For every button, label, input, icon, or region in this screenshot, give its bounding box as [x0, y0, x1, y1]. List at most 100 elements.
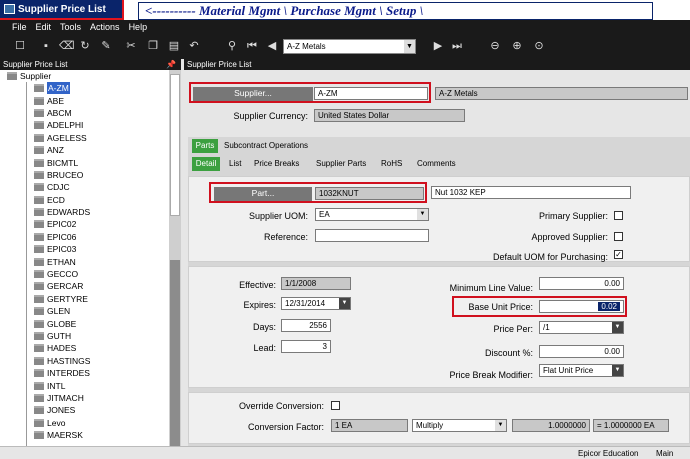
tree-root[interactable]: Supplier	[0, 70, 181, 82]
tree-item-supplier[interactable]: Levo	[0, 417, 181, 429]
refresh-icon[interactable]: ↻	[79, 40, 91, 52]
tree-item-supplier[interactable]: GERCAR	[0, 280, 181, 292]
tree-item-supplier[interactable]: EPIC02	[0, 218, 181, 230]
price-per-select[interactable]: /1 ▼	[539, 321, 624, 334]
paste-icon[interactable]: ▤	[168, 40, 180, 52]
chevron-down-icon[interactable]: ▼	[495, 420, 506, 431]
discount-field[interactable]: 0.00	[539, 345, 624, 358]
lead-field[interactable]: 3	[281, 340, 331, 353]
chevron-down-icon[interactable]: ▼	[404, 40, 415, 53]
pin-icon[interactable]: 📌	[166, 59, 176, 70]
uom-select[interactable]: EA ▼	[315, 208, 429, 221]
part-description-field[interactable]: Nut 1032 KEP	[431, 186, 631, 199]
save-icon[interactable]: ▪	[40, 40, 52, 52]
tree-item-supplier[interactable]: ETHAN	[0, 255, 181, 267]
tree-item-supplier[interactable]: HADES	[0, 342, 181, 354]
tree-item-supplier[interactable]: GECCO	[0, 268, 181, 280]
tree-item-supplier[interactable]: INTERDES	[0, 367, 181, 379]
tab-price-breaks[interactable]: Price Breaks	[254, 157, 309, 171]
tab-rohs[interactable]: RoHS	[381, 157, 409, 171]
conversion-operator-select[interactable]: Multiply ▼	[412, 419, 507, 432]
last-icon[interactable]: ⏭	[451, 40, 463, 52]
folder-icon	[34, 121, 44, 130]
next-icon[interactable]: ▶	[432, 40, 444, 52]
supplier-id-field[interactable]: A-ZM	[314, 87, 428, 100]
menu-file[interactable]: File	[12, 22, 27, 32]
tree-item-supplier[interactable]: EPIC06	[0, 231, 181, 243]
tree-item-supplier[interactable]: ADELPHI	[0, 119, 181, 131]
menu-actions[interactable]: Actions	[90, 22, 120, 32]
tree-item-supplier[interactable]: INTL	[0, 379, 181, 391]
chevron-down-icon[interactable]: ▼	[612, 322, 623, 333]
default-uom-checkbox[interactable]: ✓	[614, 250, 623, 259]
tree-item-supplier[interactable]: ABE	[0, 94, 181, 106]
tree-item-supplier[interactable]: ECD	[0, 194, 181, 206]
menu-help[interactable]: Help	[129, 22, 148, 32]
expires-date-field[interactable]: 12/31/2014 ▼	[281, 297, 351, 310]
supplier-button[interactable]: Supplier...	[193, 87, 313, 101]
chevron-down-icon[interactable]: ▼	[612, 365, 623, 376]
chevron-down-icon[interactable]: ▼	[417, 209, 428, 220]
tree-item-supplier[interactable]: BICMTL	[0, 156, 181, 168]
supplier-name-field: A-Z Metals	[435, 87, 688, 100]
record-navigator[interactable]: A-Z Metals ▼	[283, 39, 416, 54]
menu-tools[interactable]: Tools	[60, 22, 81, 32]
clear-icon[interactable]: ⌫	[59, 40, 75, 52]
reference-label: Reference:	[263, 232, 308, 242]
menu-edit[interactable]: Edit	[36, 22, 52, 32]
scrollbar-thumb[interactable]	[170, 74, 180, 216]
tab-detail[interactable]: Detail	[192, 157, 220, 171]
new-icon[interactable]: ☐	[14, 40, 26, 52]
folder-icon	[34, 307, 44, 316]
base-price-field[interactable]: 0.02	[539, 300, 624, 313]
tree-item-supplier[interactable]: JITMACH	[0, 392, 181, 404]
undo-icon[interactable]: ↶	[188, 40, 200, 52]
tab-subcontract-operations[interactable]: Subcontract Operations	[224, 139, 334, 153]
price-break-modifier-select[interactable]: Flat Unit Price ▼	[539, 364, 624, 377]
tree-item-supplier[interactable]: ABCM	[0, 107, 181, 119]
days-label: Days:	[252, 322, 276, 332]
attach-icon[interactable]: ✎	[100, 40, 112, 52]
prev-icon[interactable]: ◀	[266, 40, 278, 52]
tree-item-label: A-ZM	[47, 82, 70, 95]
tree-item-supplier[interactable]: JONES	[0, 404, 181, 416]
tree-item-supplier[interactable]: AGELESS	[0, 132, 181, 144]
back-icon[interactable]: ⊖	[489, 40, 501, 52]
approved-supplier-checkbox[interactable]	[614, 232, 623, 241]
scrollbar-track[interactable]	[170, 260, 180, 459]
part-button[interactable]: Part...	[214, 187, 312, 201]
tree-root-label: Supplier	[20, 71, 52, 81]
reference-field[interactable]	[315, 229, 429, 242]
tree-item-supplier[interactable]: HASTINGS	[0, 355, 181, 367]
primary-supplier-checkbox[interactable]	[614, 211, 623, 220]
copy-icon[interactable]: ❐	[147, 40, 159, 52]
calendar-dropdown-icon[interactable]: ▼	[339, 298, 350, 309]
first-icon[interactable]: ⏮	[246, 40, 258, 52]
tree-item-supplier[interactable]: EPIC03	[0, 243, 181, 255]
tree-item-supplier[interactable]: GERTYRE	[0, 293, 181, 305]
tree-item-supplier[interactable]: GLOBE	[0, 317, 181, 329]
part-number-field[interactable]: 1032KNUT	[315, 187, 424, 200]
tree-item-supplier[interactable]: EDWARDS	[0, 206, 181, 218]
tree-item-supplier[interactable]: GLEN	[0, 305, 181, 317]
folder-icon	[34, 381, 44, 390]
tree-item-supplier[interactable]: ANZ	[0, 144, 181, 156]
min-line-field[interactable]: 0.00	[539, 277, 624, 290]
tree-item-supplier[interactable]: MAERSK	[0, 429, 181, 441]
tree-item-supplier[interactable]: BRUCEO	[0, 169, 181, 181]
days-field[interactable]: 2556	[281, 319, 331, 332]
tree-scrollbar[interactable]	[169, 70, 181, 459]
override-conversion-checkbox[interactable]	[331, 401, 340, 410]
tab-comments[interactable]: Comments	[417, 157, 462, 171]
folder-icon	[34, 418, 44, 427]
tab-supplier-parts[interactable]: Supplier Parts	[316, 157, 374, 171]
binoculars-icon[interactable]: ⚲	[226, 40, 238, 52]
home-icon[interactable]: ⊙	[533, 40, 545, 52]
cut-icon[interactable]: ✂	[125, 40, 137, 52]
tree-item-supplier[interactable]: CDJC	[0, 181, 181, 193]
tab-list[interactable]: List	[229, 157, 249, 171]
tree-item-supplier[interactable]: A-ZM	[0, 82, 181, 95]
tab-parts[interactable]: Parts	[192, 139, 218, 153]
forward-icon[interactable]: ⊕	[511, 40, 523, 52]
tree-item-supplier[interactable]: GUTH	[0, 330, 181, 342]
